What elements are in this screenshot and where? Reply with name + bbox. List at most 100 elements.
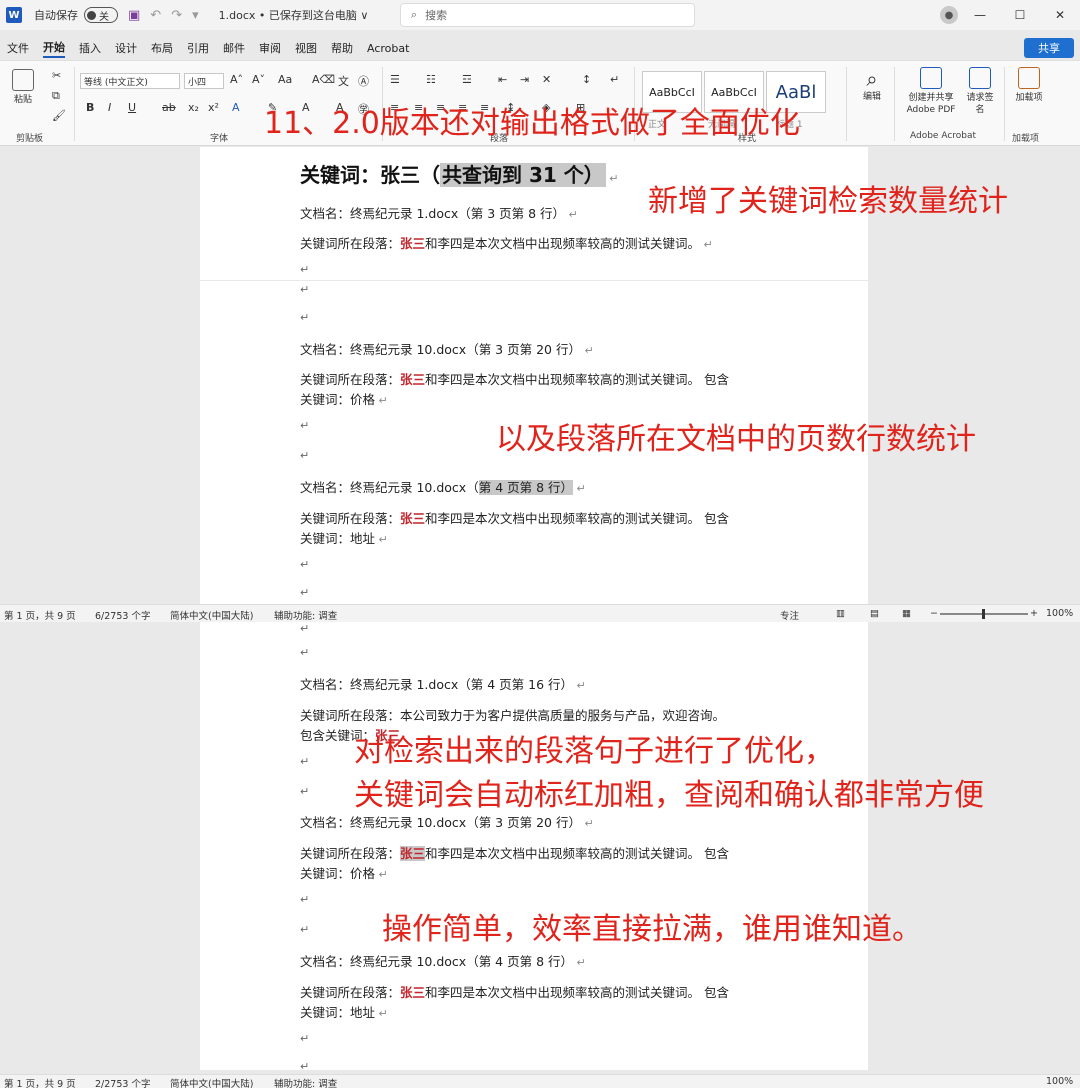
customize-toolbar-icon[interactable]: ▾ [192, 8, 199, 23]
search-icon: ⌕ [411, 8, 418, 21]
text-effects-icon[interactable]: A [232, 101, 240, 114]
keyword-highlight: 张三 [400, 372, 426, 387]
word-logo-icon[interactable]: W [6, 7, 22, 23]
paragraph-prefix: 关键词所在段落： [300, 372, 401, 387]
doc-name-line: 文档名：终焉纪元录 1.docx（第 4 页第 16 行） ↵ [300, 674, 586, 693]
page-count[interactable]: 第 1 页，共 9 页 [4, 1076, 76, 1088]
window-controls: — ☐ ✕ [960, 0, 1080, 30]
cut-icon[interactable]: ✂ [52, 69, 61, 82]
paragraph-mark: ↵ [300, 646, 310, 659]
autosave-toggle[interactable]: 关 [84, 7, 118, 23]
shrink-font-icon[interactable]: A˅ [252, 73, 265, 86]
tab-references[interactable]: 引用 [187, 40, 209, 56]
doc-name-line: 文档名：终焉纪元录 10.docx（第 3 页第 20 行） ↵ [300, 339, 594, 358]
search-input[interactable]: ⌕ 搜索 [400, 3, 695, 27]
save-icon[interactable]: ▣ [128, 8, 140, 23]
addins-group-label: 加载项 [1012, 134, 1040, 144]
doc-name-prefix: 文档名：终焉纪元录 10.docx（ [300, 480, 479, 495]
edit-label: 编辑 [862, 92, 881, 102]
change-case-icon[interactable]: Aa [278, 73, 292, 86]
doc-name-text: 文档名：终焉纪元录 10.docx（第 3 页第 20 行） [300, 342, 581, 357]
addins-label: 加载项 [1015, 93, 1043, 103]
italic-icon[interactable]: I [108, 101, 111, 114]
zoom-level[interactable]: 100% [1046, 608, 1073, 619]
web-layout-icon[interactable]: ▦ [902, 608, 911, 619]
paragraph-mark: ↵ [300, 263, 310, 276]
tab-file[interactable]: 文件 [7, 40, 29, 56]
paragraph-mark: ↵ [565, 208, 578, 221]
accessibility-indicator[interactable]: 辅助功能: 调查 [274, 1076, 337, 1088]
increase-indent-icon[interactable]: ⇥ [520, 73, 529, 86]
doc-name-line: 文档名：终焉纪元录 10.docx（第 4 页第 8 行） ↵ [300, 477, 586, 496]
chinese-layout-icon[interactable]: ✕ [542, 73, 551, 86]
addins-button[interactable]: 加载项 [1012, 67, 1046, 104]
zoom-out-icon[interactable]: − [930, 608, 938, 619]
multilevel-list-icon[interactable]: ☲ [462, 73, 472, 86]
share-label: 共享 [1038, 42, 1060, 55]
undo-icon[interactable]: ↶ [150, 8, 161, 23]
edit-button[interactable]: ⌕ 编辑 [856, 67, 888, 103]
status-bar: 第 1 页，共 9 页 2/2753 个字 简体中文(中国大陆) 辅助功能: 调… [0, 1074, 1080, 1088]
tab-help[interactable]: 帮助 [331, 40, 353, 56]
paste-button[interactable]: 粘贴 [12, 69, 34, 106]
redo-icon[interactable]: ↷ [171, 8, 182, 23]
font-size-select[interactable]: 小四 [184, 73, 224, 89]
copy-icon[interactable]: ⧉ [52, 89, 60, 103]
paragraph-mark: ↵ [300, 558, 310, 571]
zoom-in-icon[interactable]: + [1030, 608, 1038, 619]
tab-layout[interactable]: 布局 [151, 40, 173, 56]
grow-font-icon[interactable]: A˄ [230, 73, 243, 86]
maximize-button[interactable]: ☐ [1000, 8, 1040, 22]
format-painter-icon[interactable]: 🖌 [52, 109, 66, 122]
read-mode-icon[interactable]: ▥ [836, 608, 845, 619]
decrease-indent-icon[interactable]: ⇤ [498, 73, 507, 86]
accessibility-indicator[interactable]: 辅助功能: 调查 [274, 608, 337, 622]
request-sign-button[interactable]: 请求签名 [964, 67, 996, 116]
keyword-highlight: 张三 [400, 511, 426, 526]
zoom-level[interactable]: 100% [1046, 1076, 1073, 1087]
share-button[interactable]: 共享 [1024, 38, 1074, 58]
tab-insert[interactable]: 插入 [79, 40, 101, 56]
language-indicator[interactable]: 简体中文(中国大陆) [170, 1076, 253, 1088]
annotation-page-line-stats: 以及段落所在文档中的页数行数统计 [496, 422, 976, 457]
paragraph-line: 关键词所在段落：张三和李四是本次文档中出现频率较高的测试关键词。 包含 [300, 843, 729, 862]
keyword-highlight: 张三 [400, 985, 426, 1000]
numbering-icon[interactable]: ☷ [426, 73, 436, 86]
bold-icon[interactable]: B [86, 101, 94, 114]
focus-mode[interactable]: 专注 [780, 608, 799, 622]
subscript-icon[interactable]: x₂ [188, 101, 199, 114]
word-count[interactable]: 6/2753 个字 [95, 608, 150, 622]
superscript-icon[interactable]: x² [208, 101, 219, 114]
minimize-button[interactable]: — [960, 8, 1000, 22]
pdf-icon [920, 67, 942, 89]
language-indicator[interactable]: 简体中文(中国大陆) [170, 608, 253, 622]
paragraph-mark: ↵ [300, 755, 310, 768]
style-no-spacing-preview: AaBbCcI [711, 85, 757, 99]
create-pdf-button[interactable]: 创建并共享 Adobe PDF [900, 67, 962, 116]
tab-mailings[interactable]: 邮件 [223, 40, 245, 56]
tab-home[interactable]: 开始 [43, 39, 65, 58]
font-name-select[interactable]: 等线 (中文正文) [80, 73, 180, 89]
tab-review[interactable]: 审阅 [259, 40, 281, 56]
show-marks-icon[interactable]: ↵ [610, 73, 619, 86]
create-pdf-label: 创建并共享 Adobe PDF [906, 93, 956, 115]
document-title[interactable]: 1.docx • 已保存到这台电脑 ∨ [219, 7, 369, 23]
underline-icon[interactable]: U [128, 101, 136, 114]
clear-format-icon[interactable]: A⌫ [312, 73, 335, 86]
avatar[interactable]: ● [940, 6, 958, 24]
doc-name-line: 文档名：终焉纪元录 10.docx（第 4 页第 8 行） ↵ [300, 951, 586, 970]
tab-design[interactable]: 设计 [115, 40, 137, 56]
tab-acrobat[interactable]: Acrobat [367, 42, 409, 55]
sort-icon[interactable]: ↕ [582, 73, 591, 86]
tab-view[interactable]: 视图 [295, 40, 317, 56]
word-count[interactable]: 2/2753 个字 [95, 1076, 150, 1088]
char-border-icon[interactable]: Ⓐ [358, 73, 369, 89]
page-count[interactable]: 第 1 页，共 9 页 [4, 608, 76, 622]
strikethrough-icon[interactable]: ab [162, 101, 176, 114]
close-button[interactable]: ✕ [1040, 8, 1080, 22]
bullets-icon[interactable]: ☰ [390, 73, 400, 86]
phonetic-icon[interactable]: 文 [338, 73, 349, 89]
zoom-slider-thumb[interactable] [982, 609, 985, 619]
print-layout-icon[interactable]: ▤ [870, 608, 879, 619]
paragraph-text: 关键词所在段落：本公司致力于为客户提供高质量的服务与产品，欢迎咨询。 [300, 708, 726, 723]
